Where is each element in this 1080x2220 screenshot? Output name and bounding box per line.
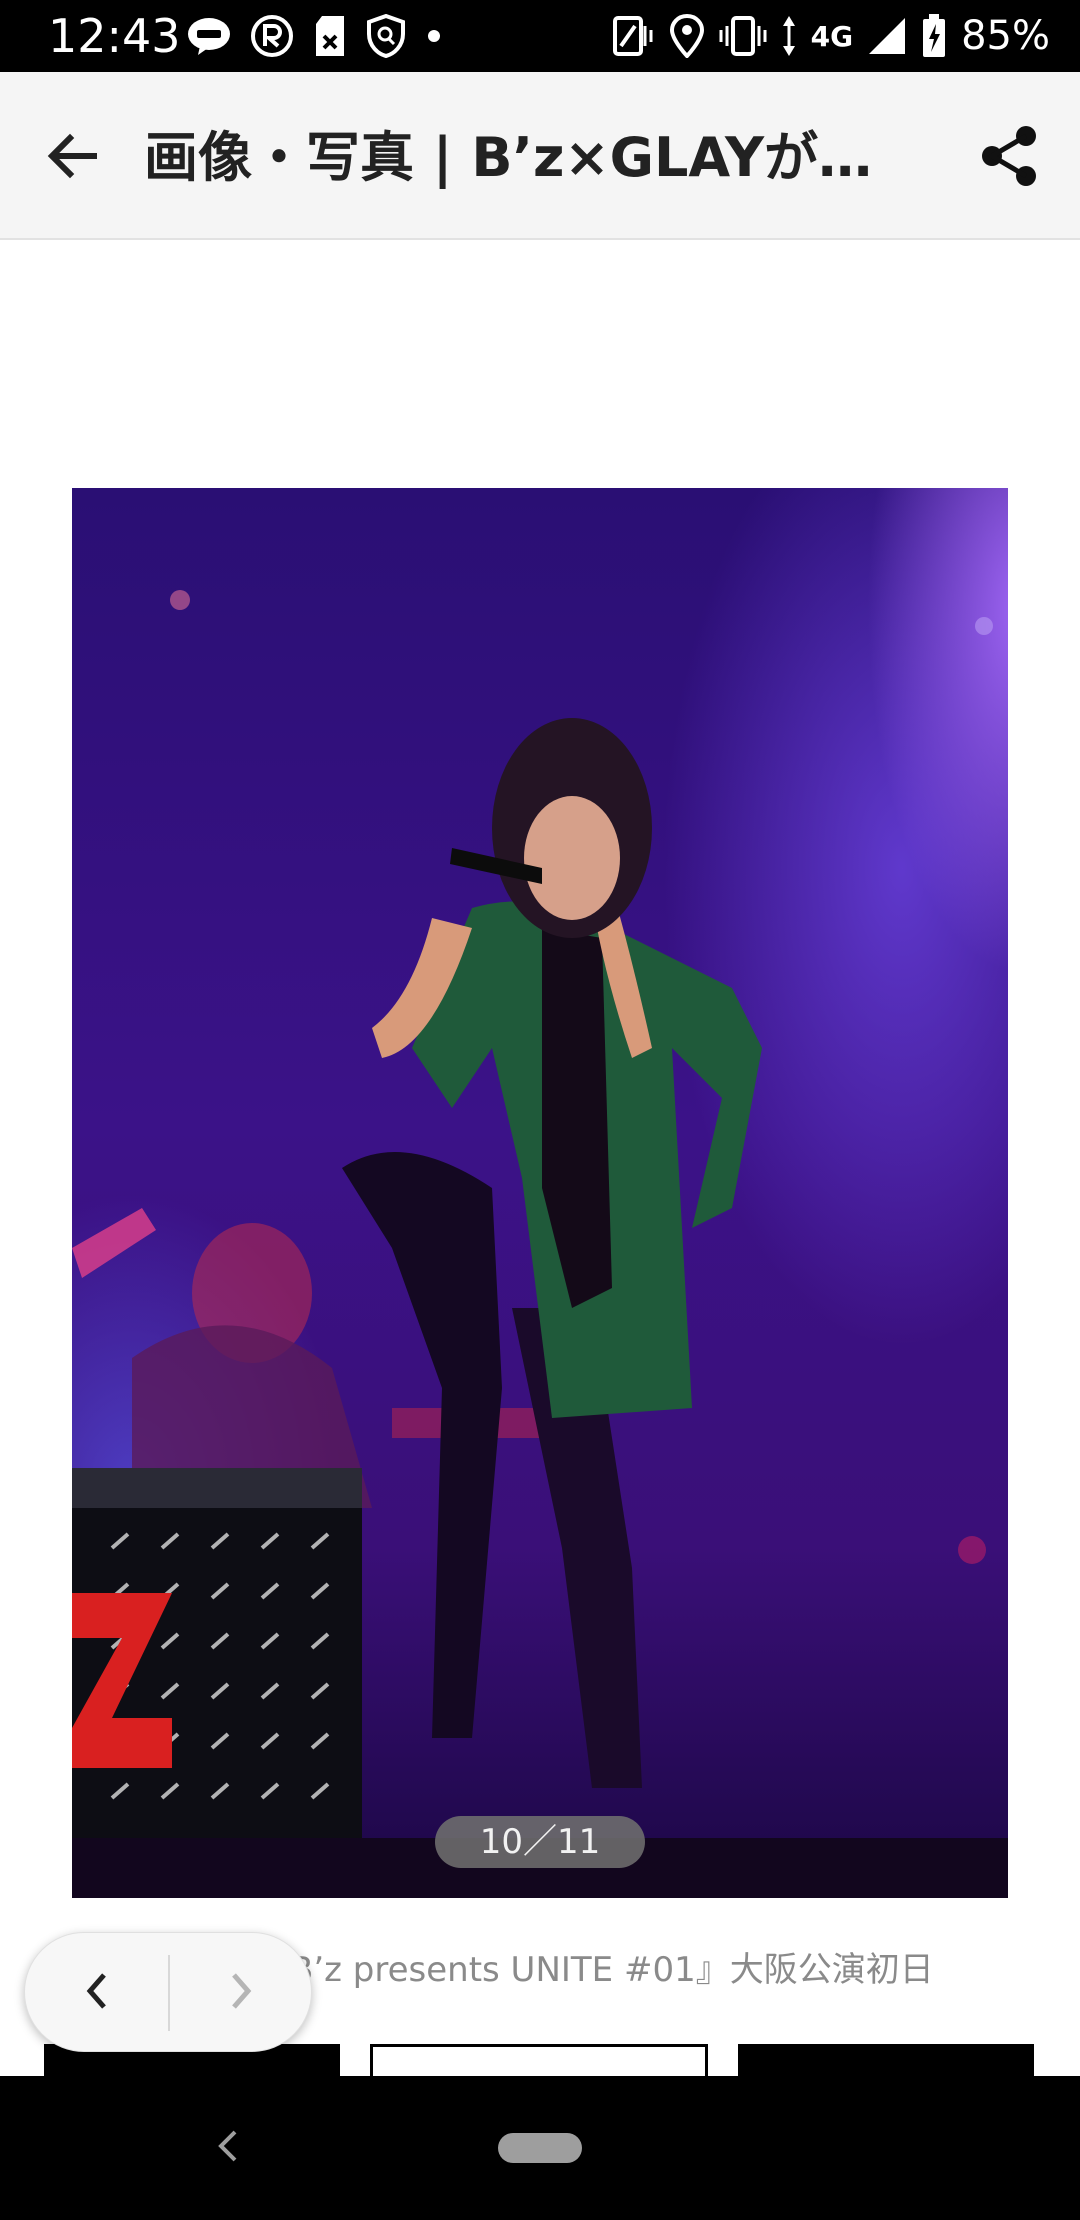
notification-icons xyxy=(186,14,444,58)
home-button[interactable] xyxy=(498,2078,582,2218)
app-bar: 画像・写真 | B’z×GLAYが初… xyxy=(0,72,1080,240)
battery-level: 85% xyxy=(961,13,1050,59)
system-back-icon xyxy=(213,2126,243,2170)
chevron-left-icon xyxy=(82,1971,112,2015)
system-status-icons: 4G 85% xyxy=(611,10,1050,62)
page-indicator: 10／11 xyxy=(435,1816,645,1868)
shield-icon xyxy=(366,14,406,58)
arrow-left-icon xyxy=(44,128,100,188)
previous-photo-button[interactable] xyxy=(25,1933,169,2053)
dot-icon xyxy=(424,26,444,46)
chevron-right-icon xyxy=(226,1971,256,2015)
data-arrows-icon xyxy=(781,14,797,58)
concert-photo-illustration xyxy=(72,590,1008,1898)
location-icon xyxy=(669,14,705,58)
battery-icon xyxy=(921,14,947,58)
photo-nav-pill xyxy=(24,1932,312,2052)
system-nav-bar xyxy=(0,2076,1080,2220)
home-pill-icon xyxy=(498,2133,582,2163)
signal-icon xyxy=(867,16,907,56)
page-title: 画像・写真 | B’z×GLAYが初… xyxy=(144,126,904,189)
share-button[interactable] xyxy=(970,118,1050,198)
vibrate-icon xyxy=(719,14,767,58)
nfc-icon xyxy=(611,14,655,58)
thumbnail-selected[interactable] xyxy=(370,2044,708,2078)
status-bar: 12:43 4G 85% xyxy=(0,0,1080,72)
gallery-photo[interactable] xyxy=(72,488,1008,1898)
sd-card-icon xyxy=(312,14,348,58)
status-time: 12:43 xyxy=(48,9,181,63)
system-back-button[interactable] xyxy=(196,2116,260,2180)
share-icon xyxy=(980,124,1040,192)
thumbnail[interactable] xyxy=(738,2044,1034,2078)
photo-caption: B’z presents UNITE #01』大阪公演初日 xyxy=(290,1950,934,1990)
r-app-icon xyxy=(250,14,294,58)
back-button[interactable] xyxy=(32,118,112,198)
line-icon xyxy=(186,16,232,56)
next-photo-button[interactable] xyxy=(169,1933,313,2053)
network-type: 4G xyxy=(810,19,854,53)
